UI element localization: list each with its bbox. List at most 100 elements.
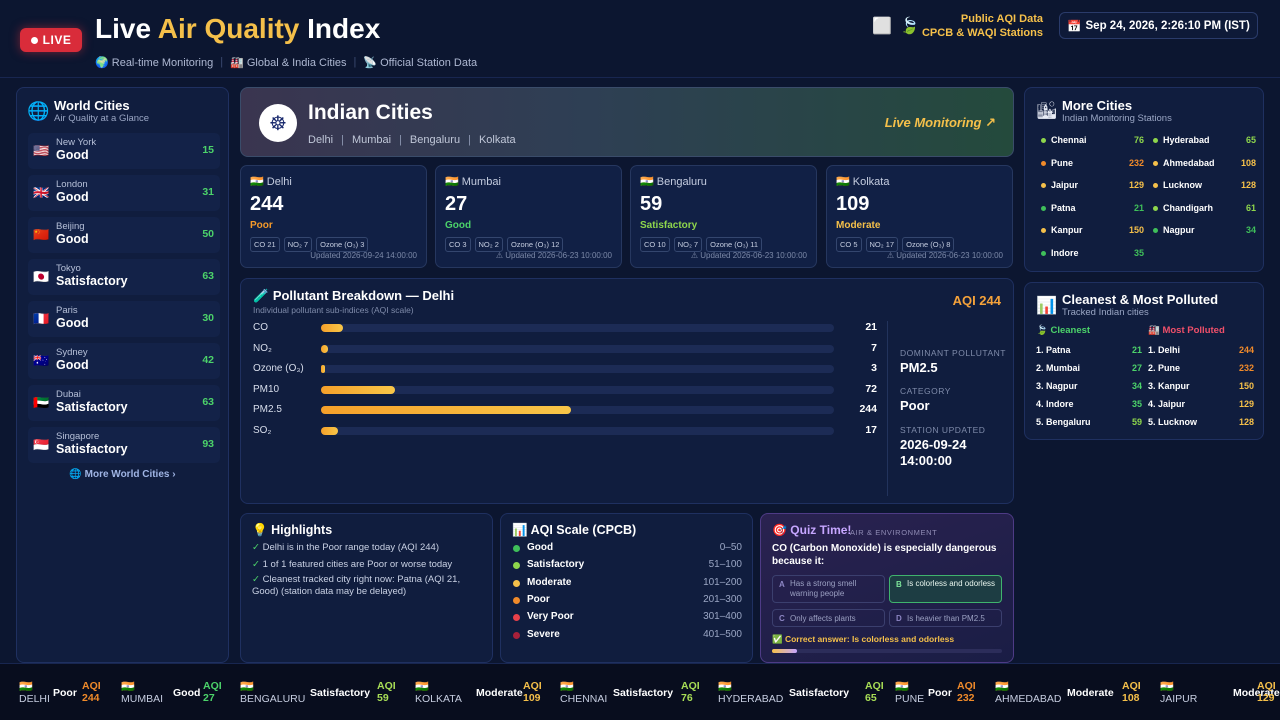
ticker-category: Poor xyxy=(928,687,952,699)
theme-toggle-icon[interactable]: ⬜ xyxy=(872,16,892,36)
city-card-delhi[interactable]: 🇮🇳 Delhi 244 Poor CO 21 NO₂ 7 Ozone (O₃) 3 Upd… xyxy=(240,165,427,268)
more-city-row[interactable]: Chennai 76 xyxy=(1041,133,1144,149)
panel-title: World Cities xyxy=(54,98,130,113)
aqi-scale-row: Very Poor 301–400 xyxy=(512,611,742,625)
rank-city: 1. Delhi xyxy=(1148,345,1181,355)
pollutant-chip: Ozone (O₃) 8 xyxy=(902,237,955,252)
more-city-row[interactable]: Lucknow 128 xyxy=(1153,178,1256,194)
world-city-row[interactable]: 🇬🇧 London Good 31 xyxy=(28,175,220,211)
calendar-icon: 📅 xyxy=(1067,20,1082,33)
status-dot xyxy=(1041,183,1046,189)
quiz-option-d[interactable]: D Is heavier than PM2.5 xyxy=(889,609,1002,627)
separator: | xyxy=(399,134,402,146)
pollutant-bar-fill xyxy=(321,324,343,332)
more-city-row[interactable]: Indore 35 xyxy=(1041,246,1144,262)
pollutant-chip: NO₂ 17 xyxy=(865,237,899,252)
datetime-box: 📅 Sep 24, 2026, 2:26:10 PM (IST) xyxy=(1059,12,1258,39)
ticker-item: 🇮🇳 JAIPUR Moderate AQI 129 xyxy=(1160,680,1280,708)
more-city-row[interactable]: Ahmedabad 108 xyxy=(1153,156,1256,172)
quiz-option-a[interactable]: A Has a strong smell warning people xyxy=(772,575,885,603)
aqi-category: Satisfactory xyxy=(640,220,698,231)
status-dot xyxy=(1153,160,1158,166)
city-card-bengaluru[interactable]: 🇮🇳 Bengaluru 59 Satisfactory CO 10 NO₂ 7 Ozon… xyxy=(630,165,817,268)
more-city-row[interactable]: Kanpur 150 xyxy=(1041,223,1144,239)
card-city-name: 🇮🇳 Kolkata xyxy=(836,175,889,188)
highlight-text: Cleanest tracked city right now: Patna (… xyxy=(252,574,461,597)
city-card-mumbai[interactable]: 🇮🇳 Mumbai 27 Good CO 3 NO₂ 2 Ozone (O₃) 12 ⚠ U… xyxy=(435,165,622,268)
aqi-value: 42 xyxy=(202,354,214,366)
aqi-word: AQI xyxy=(523,680,542,692)
pollutant-chip: Ozone (O₃) 11 xyxy=(706,237,763,252)
world-city-row[interactable]: 🇦🇺 Sydney Good 42 xyxy=(28,343,220,379)
city-card-kolkata[interactable]: 🇮🇳 Kolkata 109 Moderate CO 5 NO₂ 17 Ozone (O₃… xyxy=(826,165,1013,268)
flag-icon: 🇨🇳 xyxy=(33,227,50,242)
title-part: Live xyxy=(95,13,158,44)
world-city-row[interactable]: 🇺🇸 New York Good 15 xyxy=(28,133,220,169)
more-city-row[interactable]: Patna 21 xyxy=(1041,201,1144,217)
ticker-category: Satisfactory xyxy=(310,687,371,699)
pollutant-value: 3 xyxy=(871,362,877,375)
more-city-row[interactable]: Jaipur 129 xyxy=(1041,178,1144,194)
highlight-text: Delhi is in the Poor range today (AQI 24… xyxy=(262,542,439,553)
pollutant-bar-track xyxy=(321,427,834,435)
world-city-row[interactable]: 🇯🇵 Tokyo Satisfactory 63 xyxy=(28,259,220,295)
updated-timestamp: ⚠ Updated 2026-06-23 10:00:00 xyxy=(495,251,612,260)
ticker-aqi: AQI 129 xyxy=(1257,680,1276,704)
aqi-value: 232 xyxy=(957,692,975,704)
city-name: Beijing xyxy=(56,221,85,232)
rank-city: 2. Mumbai xyxy=(1036,363,1081,373)
check-icon: ✓ xyxy=(252,574,260,585)
pollutant-chips: CO 10 NO₂ 7 Ozone (O₃) 11 xyxy=(640,237,763,252)
world-city-row[interactable]: 🇫🇷 Paris Good 30 xyxy=(28,301,220,337)
city-name: Sydney xyxy=(56,347,88,358)
more-city-row[interactable]: Chandigarh 61 xyxy=(1153,201,1256,217)
city-name: Lucknow xyxy=(1163,180,1203,191)
world-city-row[interactable]: 🇨🇳 Beijing Good 50 xyxy=(28,217,220,253)
quiz-option-b[interactable]: B Is colorless and odorless xyxy=(889,575,1002,603)
city-status: Satisfactory xyxy=(56,274,128,288)
ticker-aqi: AQI 108 xyxy=(1122,680,1141,704)
more-city-row[interactable]: Hyderabad 65 xyxy=(1153,133,1256,149)
world-city-row[interactable]: 🇦🇪 Dubai Satisfactory 63 xyxy=(28,385,220,421)
aqi-value: 27 xyxy=(1131,363,1142,373)
city-status: Good xyxy=(56,358,89,372)
scale-color-dot xyxy=(513,614,520,622)
quiz-progress xyxy=(772,649,1002,653)
option-letter: B xyxy=(896,580,902,589)
pollutant-chip: NO₂ 7 xyxy=(673,237,703,252)
page-title: Live Air Quality Index xyxy=(95,13,380,45)
status-dot xyxy=(1041,228,1046,234)
pollutant-row: NO₂ 7 xyxy=(253,342,877,356)
flag-icon: 🇦🇪 xyxy=(33,395,50,410)
panel-subtitle: Individual pollutant sub-indices (AQI sc… xyxy=(253,305,414,315)
city-status: Good xyxy=(56,232,89,246)
aqi-value: 128 xyxy=(1238,417,1254,427)
aqi-ticker: 🇮🇳 DELHI Poor AQI 244 🇮🇳 MUMBAI Good AQI 27 🇮🇳 BENG… xyxy=(0,663,1280,720)
data-source-line: Public AQI Data xyxy=(960,13,1043,25)
more-city-row[interactable]: Pune 232 xyxy=(1041,156,1144,172)
most-polluted-heading: 🏭 Most Polluted xyxy=(1148,325,1225,336)
pollutant-row: SO₂ 17 xyxy=(253,424,877,438)
quiz-answer: ✅ Correct answer: Is colorless and odorl… xyxy=(772,634,955,644)
flag-icon: 🇮🇳 xyxy=(640,176,654,188)
option-letter: C xyxy=(779,614,785,623)
ticker-city: MUMBAI xyxy=(121,693,163,705)
world-city-row[interactable]: 🇸🇬 Singapore Satisfactory 93 xyxy=(28,427,220,463)
city-name: Delhi xyxy=(266,176,292,188)
pollutant-value: 7 xyxy=(871,341,877,354)
aqi-value: 65 xyxy=(865,692,877,704)
polluted-row: 2. Pune 232 xyxy=(1148,363,1254,375)
aqi-value: 129 xyxy=(1128,180,1144,191)
more-world-cities-link[interactable]: 🌐 More World Cities › xyxy=(17,469,228,480)
city-name: Dubai xyxy=(56,389,81,400)
aqi-word: AQI xyxy=(865,680,884,692)
quiz-option-c[interactable]: C Only affects plants xyxy=(772,609,885,627)
more-city-row[interactable]: Nagpur 34 xyxy=(1153,223,1256,239)
aqi-scale-row: Poor 201–300 xyxy=(512,594,742,608)
city-name: Mumbai xyxy=(351,134,392,146)
live-monitoring-link[interactable]: Live Monitoring ↗ xyxy=(885,115,996,131)
aqi-value: 50 xyxy=(202,228,214,240)
scale-range: 101–200 xyxy=(703,576,742,588)
status-dot xyxy=(1153,228,1158,234)
ticker-aqi: AQI 109 xyxy=(523,680,542,704)
